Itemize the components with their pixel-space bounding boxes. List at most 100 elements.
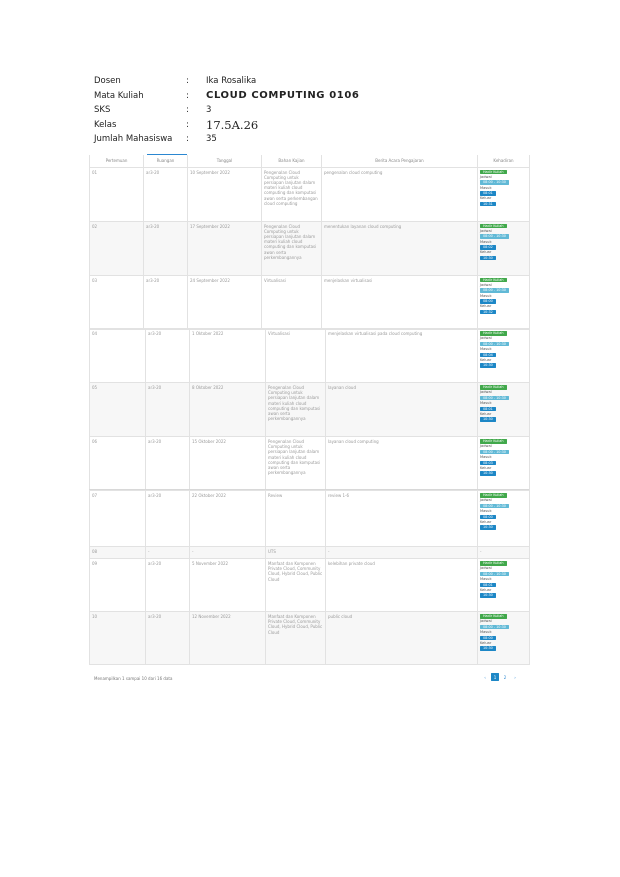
schedule-label: Jadwal [480,566,492,571]
attendance-cell: - [477,546,530,559]
header-attendance[interactable]: Kehadiran [477,155,530,168]
room: ar3-20 [143,166,188,222]
checkout-label: Keluar [480,640,492,645]
checkout-label: Keluar [480,519,492,524]
table-row: 08 - - UTS - - [89,546,530,559]
table-row: 03 ar3-20 24 September 2022 Virtualisasi… [89,274,530,330]
status-badge: Hadir Kuliah [480,493,507,498]
schedule-value: 08:00 - 10:30 [480,571,509,577]
schedule-value: 08:00 - 10:30 [480,288,509,293]
schedule-label: Jadwal [480,498,492,503]
report: layanan cloud computing [325,436,478,491]
topic: Virtualisasi [265,328,326,383]
meeting-number: 08 [89,546,146,559]
info-label: Dosen [94,76,121,87]
checkin-value: 08:04 [480,352,496,358]
info-colon: : [186,134,189,145]
topic: UTS [265,546,326,559]
checkin-label: Masuk [480,401,492,406]
status-badge: Hadir Kuliah [480,277,507,283]
credits-value: 3 [206,105,212,116]
course-name: CLOUD COMPUTING 0106 [206,90,360,102]
checkin-label: Masuk [480,630,492,635]
date: 1 Oktober 2022 [189,328,266,383]
page-2-button[interactable]: 2 [501,673,509,681]
info-row-course: Mata Kuliah : CLOUD COMPUTING 0106 [94,89,514,104]
next-page-button[interactable]: › [511,673,519,681]
room: ar3-20 [143,220,188,276]
checkin-value: 08:03 [480,460,496,466]
header-meeting[interactable]: Pertemuan [89,155,144,168]
schedule-label: Jadwal [480,444,492,449]
schedule-value: 08:00 - 10:30 [480,180,509,185]
room: ar3-20 [145,611,190,665]
class-value: 17.5A.26 [206,117,259,132]
schedule-value: 08:00 - 10:30 [480,449,509,455]
attendance-cell: Hadir Kuliah Jadwal 08:00 - 10:30 Masuk … [477,328,530,383]
schedule-value: 08:00 - 10:30 [480,234,509,239]
checkin-label: Masuk [480,293,492,298]
header-topic[interactable]: Bahan Kajian [261,155,322,168]
report: public cloud [325,611,478,665]
status-badge: Hadir Kuliah [480,439,507,444]
checkout-value: 10:31 [480,201,496,207]
schedule-value: 08:00 - 10:30 [480,624,509,630]
checkout-label: Keluar [480,250,492,255]
attendance-cell: Hadir Kuliah Jadwal 08:00 - 10:30 Masuk … [477,611,530,665]
checkout-value: 10:30 [480,471,496,476]
attendance-table-part-1: Pertemuan Ruangan Tanggal Bahan Kajian B… [89,155,530,330]
checkout-label: Keluar [480,357,492,362]
page-1-button[interactable]: 1 [491,673,499,681]
status-badge: Hadir Kuliah [480,223,507,229]
info-label: Mata Kuliah [94,90,144,101]
table-row: 10 ar3-20 12 November 2022 Manfaat dan K… [89,611,530,665]
report: menentukan layanan cloud computing [321,220,478,276]
info-colon: : [186,119,189,130]
info-row-lecturer: Dosen : Ika Rosalika [94,74,514,89]
status-badge: Hadir Kuliah [480,561,507,566]
checkout-label: Keluar [480,465,492,470]
report: review 1-6 [325,490,478,547]
checkin-value: 08:00 [480,514,496,520]
checkout-label: Keluar [480,196,492,201]
checkin-label: Masuk [480,455,492,460]
table-row: 09 ar3-20 5 November 2022 Manfaat dan Ko… [89,558,530,612]
info-label: SKS [94,105,111,116]
attendance-cell: Hadir Kuliah Jadwal 08:00 - 10:30 Masuk … [477,274,530,330]
prev-page-button[interactable]: ‹ [481,673,489,681]
checkout-value: 10:30 [480,525,496,530]
topic: Pengenalan Cloud Computing untuk persiap… [261,166,322,222]
header-room[interactable]: Ruangan [143,155,188,168]
checkout-value: 10:30 [480,646,496,651]
attendance-cell: Hadir Kuliah Jadwal 08:00 - 10:30 Masuk … [477,436,530,491]
attendance-cell: Hadir Kuliah Jadwal 08:00 - 10:30 Masuk … [477,490,530,547]
checkout-label: Keluar [480,304,492,309]
report: layanan cloud [325,382,478,437]
checkin-value: 08:00 [480,635,496,641]
schedule-label: Jadwal [480,228,492,233]
report: menjelaskan virtualisasi pada cloud comp… [325,328,478,383]
meeting-number: 10 [89,611,146,665]
table-row: 01 ar3-20 10 September 2022 Pengenalan C… [89,166,530,222]
checkin-label: Masuk [480,185,492,190]
report: pengenalan cloud computing [321,166,478,222]
date: 5 November 2022 [189,558,266,612]
header-date[interactable]: Tanggal [187,155,262,168]
room: ar3-20 [145,382,190,437]
date: 15 Oktober 2022 [189,436,266,491]
topic: Manfaat dan Komponen Private Cloud, Comm… [265,558,326,612]
info-colon: : [186,90,189,101]
student-count: 35 [206,134,217,145]
attendance-table-part-3: 07 ar3-20 22 Oktober 2022 Review review … [89,490,530,665]
date: 17 September 2022 [187,220,262,276]
checkout-label: Keluar [480,411,492,416]
status-badge: Hadir Kuliah [480,169,507,175]
checkout-value: 10:30 [480,593,496,598]
table-row: 04 ar3-20 1 Oktober 2022 Virtualisasi me… [89,328,530,383]
report: kelebihan private cloud [325,558,478,612]
report: menjelaskan virtualisasi [321,274,478,330]
pagination: ‹ 1 2 › [481,673,519,681]
schedule-value: 08:00 - 10:30 [480,503,509,509]
header-report[interactable]: Berita Acara Pengajaran [321,155,478,168]
date: 24 September 2022 [187,274,262,330]
